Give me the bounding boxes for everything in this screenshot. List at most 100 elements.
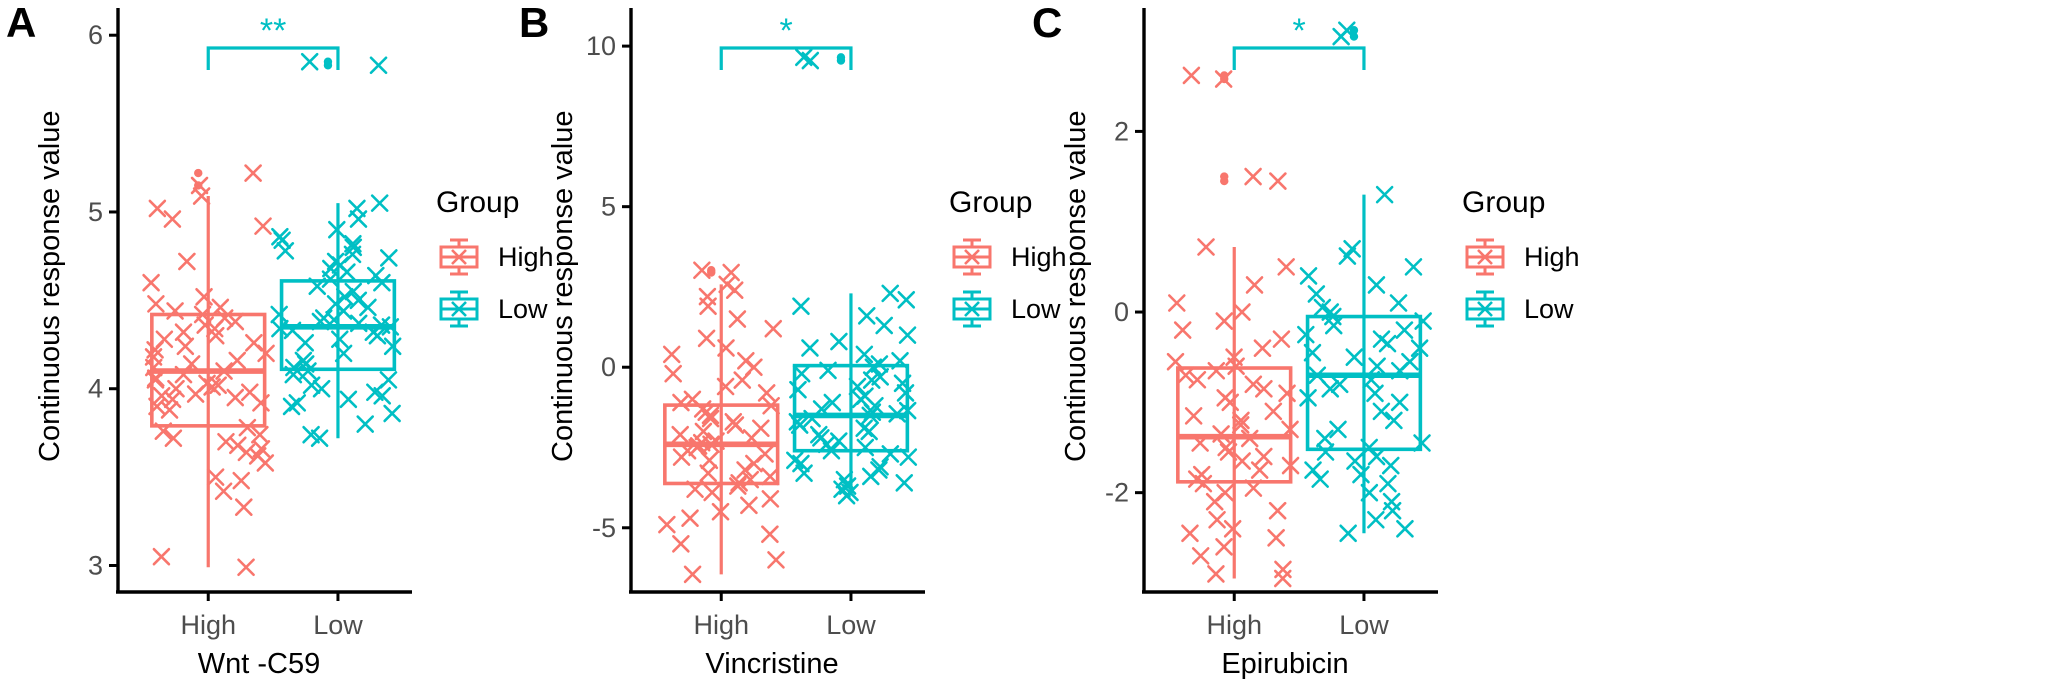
- jitter-point: [174, 323, 193, 341]
- outlier-point: [794, 48, 813, 67]
- jitter-point: [664, 364, 682, 383]
- jitter-point: [1173, 321, 1192, 339]
- jitter-point: [370, 194, 389, 212]
- y-tick-label: 10: [586, 31, 616, 61]
- jitter-point: [662, 345, 681, 364]
- legend: Group High Low: [1462, 186, 1580, 338]
- jitter-point: [228, 351, 247, 370]
- jitter-point: [1272, 330, 1291, 348]
- jitter-point: [1216, 389, 1234, 407]
- jitter-point: [356, 415, 375, 433]
- plot-canvas: -5 0 5 10 High Low *: [586, 8, 925, 640]
- jitter-point: [752, 419, 770, 438]
- significance-symbol: *: [779, 12, 792, 50]
- jitter-point: [232, 471, 251, 490]
- jitter-point: [1233, 303, 1251, 321]
- jitter-point: [155, 330, 174, 349]
- y-tick-label: 4: [88, 374, 103, 404]
- jitter-point: [245, 333, 263, 352]
- panel-a: A Continuous response value 3 4 5 6 High Low ** W…: [0, 0, 554, 685]
- jitter-point: [1345, 348, 1364, 366]
- jitter-point: [1253, 339, 1272, 357]
- jitter-point: [217, 432, 235, 451]
- jitter-point: [1372, 330, 1391, 348]
- y-tick-label: -5: [592, 513, 616, 543]
- series-low: [270, 52, 402, 448]
- jitter-point: [1192, 465, 1211, 484]
- y-tick-label: 3: [88, 550, 103, 580]
- legend-item-label: High: [1524, 241, 1580, 272]
- jitter-point: [359, 298, 377, 317]
- jitter-point: [898, 326, 917, 344]
- jitter-point: [276, 242, 295, 260]
- jitter-point: [1304, 461, 1322, 479]
- jitter-point: [167, 379, 185, 398]
- boxplot-outlier-dot: [1349, 26, 1359, 35]
- jitter-point: [681, 509, 699, 527]
- jitter-point: [1313, 298, 1332, 317]
- jitter-point: [671, 425, 690, 444]
- outlier-point: [1269, 172, 1287, 190]
- jitter-point: [1215, 538, 1233, 556]
- jitter-point: [1264, 402, 1283, 421]
- jitter-point: [757, 384, 776, 402]
- jitter-point: [1274, 560, 1292, 579]
- jitter-point: [1382, 492, 1401, 511]
- plot-canvas: -2 0 2 High Low *: [1105, 8, 1438, 640]
- jitter-point: [1316, 443, 1335, 461]
- jitter-point: [1197, 238, 1215, 256]
- jitter-point: [152, 547, 171, 566]
- y-tick-label: 0: [601, 352, 616, 382]
- jitter-point: [855, 345, 874, 364]
- jitter-point: [1208, 510, 1226, 529]
- x-tick-label: High: [1206, 610, 1262, 640]
- outlier-point: [1182, 66, 1201, 85]
- y-tick-label: -2: [1105, 478, 1129, 508]
- jitter-point: [254, 217, 272, 235]
- series-low: [786, 48, 918, 505]
- y-tick-label: 5: [601, 192, 616, 222]
- jitter-point: [1188, 370, 1207, 389]
- jitter-point: [1245, 276, 1264, 294]
- panel-c: C Continuous response value -2 0 2 High Low * Ep…: [1026, 0, 1580, 685]
- jitter-point: [1268, 501, 1287, 520]
- legend-key-boxplot-icon: [1462, 289, 1508, 329]
- y-tick-label: 6: [88, 20, 103, 50]
- jitter-point: [1191, 547, 1210, 565]
- y-tick-label: 0: [1114, 297, 1129, 327]
- jitter-point: [214, 482, 233, 501]
- jitter-point: [142, 273, 160, 292]
- jitter-point: [178, 252, 196, 271]
- y-tick-label: 2: [1114, 116, 1129, 146]
- jitter-point: [380, 249, 398, 267]
- x-axis-title: Epirubicin: [1221, 648, 1349, 680]
- jitter-point: [1381, 456, 1400, 475]
- jitter-point: [761, 490, 780, 508]
- legend-item-high[interactable]: High: [1462, 234, 1580, 280]
- jitter-point: [737, 352, 755, 370]
- jitter-point: [767, 551, 785, 569]
- jitter-point: [1368, 357, 1386, 376]
- jitter-point: [1366, 384, 1384, 403]
- jitter-point: [881, 445, 900, 463]
- jitter-point: [1379, 474, 1397, 493]
- jitter-point: [756, 445, 774, 463]
- jitter-point: [1401, 352, 1419, 371]
- boxplot-outlier-dot: [836, 53, 846, 62]
- jitter-point: [697, 329, 716, 348]
- x-tick-label: High: [180, 610, 236, 640]
- legend-title: Group: [1462, 186, 1546, 219]
- jitter-point: [789, 380, 807, 399]
- jitter-point: [1396, 519, 1414, 538]
- jitter-point: [234, 498, 253, 516]
- boxplot-outlier-dot: [707, 266, 716, 275]
- jitter-point: [856, 387, 874, 405]
- legend-item-low[interactable]: Low: [1462, 286, 1580, 332]
- jitter-point: [1367, 276, 1386, 294]
- jitter-point: [270, 305, 289, 324]
- jitter-point: [856, 438, 875, 457]
- boxplot-outlier-dot: [1220, 172, 1229, 181]
- panel-b: B Continuous response value -5 0 5 10 High Low *…: [513, 0, 1067, 685]
- x-axis-title: Vincristine: [705, 648, 839, 680]
- jitter-point: [1372, 402, 1391, 421]
